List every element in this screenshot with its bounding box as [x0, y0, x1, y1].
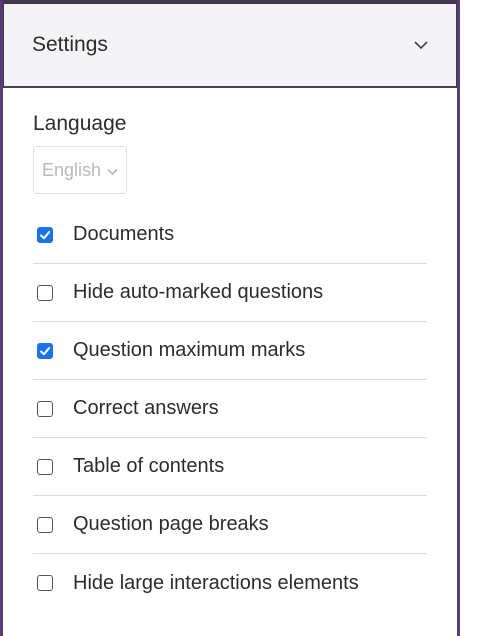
option-question-maximum-marks[interactable]: Question maximum marks [33, 322, 427, 380]
checkbox[interactable] [37, 400, 53, 417]
checkmark-icon [40, 346, 51, 355]
option-label: Documents [73, 223, 175, 245]
chevron-down-icon[interactable] [410, 34, 432, 56]
option-correct-answers[interactable]: Correct answers [33, 380, 427, 438]
settings-header[interactable]: Settings [3, 2, 457, 88]
option-label: Table of contents [73, 455, 225, 477]
option-label: Hide large interactions elements [73, 571, 359, 594]
settings-title: Settings [32, 33, 108, 56]
option-label: Correct answers [73, 397, 219, 419]
settings-panel: Settings Language English Documents Hide… [0, 0, 460, 636]
option-table-of-contents[interactable]: Table of contents [33, 438, 427, 496]
language-select-value: English [42, 159, 102, 180]
options-list: Documents Hide auto-marked questions Que… [33, 206, 457, 612]
checkbox[interactable] [37, 458, 53, 475]
settings-body: Language English Documents Hide auto-mar… [3, 88, 457, 612]
option-label: Question maximum marks [73, 339, 306, 361]
language-select[interactable]: English [33, 146, 128, 194]
checkbox[interactable] [37, 516, 53, 533]
checkmark-icon [40, 230, 51, 239]
checkbox[interactable] [37, 226, 53, 243]
chevron-down-icon [107, 160, 118, 181]
option-hide-large-interactions-elements[interactable]: Hide large interactions elements [33, 554, 427, 612]
option-hide-auto-marked-questions[interactable]: Hide auto-marked questions [33, 264, 427, 322]
option-documents[interactable]: Documents [33, 206, 427, 264]
option-label: Hide auto-marked questions [73, 281, 324, 303]
option-question-page-breaks[interactable]: Question page breaks [33, 496, 427, 554]
checkbox[interactable] [37, 342, 53, 359]
checkbox[interactable] [37, 284, 53, 301]
language-label: Language [33, 112, 127, 135]
option-label: Question page breaks [73, 513, 269, 535]
checkbox[interactable] [37, 575, 53, 591]
